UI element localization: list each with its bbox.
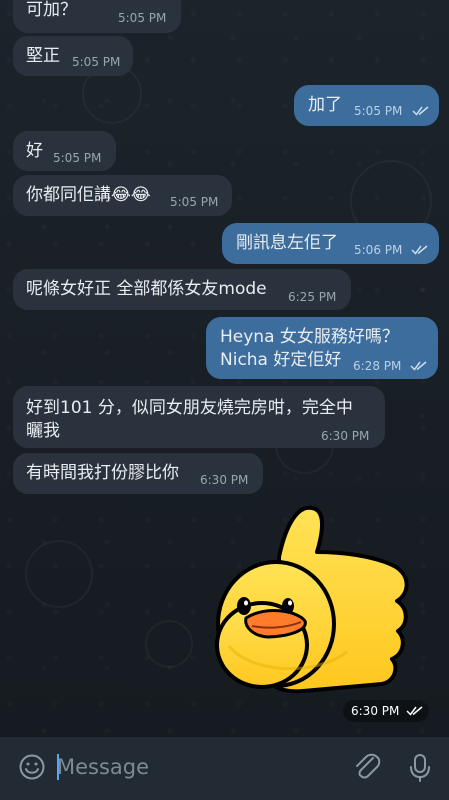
message-text: 堅正 — [26, 46, 60, 66]
message-time: 6:30 PM — [200, 473, 249, 487]
incoming-message[interactable]: 你都同佢講😂😂 5:05 PM — [13, 175, 232, 216]
message-time: 6:25 PM — [288, 290, 337, 304]
message-text: 加了 — [308, 95, 342, 115]
message-time: 5:05 PM — [53, 151, 102, 165]
paperclip-icon[interactable] — [352, 752, 382, 782]
message-input[interactable] — [55, 746, 329, 788]
incoming-message[interactable]: 呢條女好正 全部都係女友mode 6:25 PM — [13, 269, 351, 310]
incoming-message[interactable]: 有時間我打份膠比你 6:30 PM — [13, 453, 263, 494]
read-receipt-icon — [410, 361, 427, 371]
read-receipt-icon — [406, 706, 423, 716]
message-text: 剛訊息左佢了 — [236, 233, 338, 253]
message-text: 好 — [26, 141, 43, 161]
message-text: 可加？ — [26, 0, 77, 20]
incoming-message[interactable]: 好 5:05 PM — [13, 131, 116, 171]
message-time: 5:06 PM — [354, 243, 403, 257]
message-text-line2: Nicha 好定佢好 — [220, 350, 342, 370]
message-text: 有時間我打份膠比你 — [26, 463, 179, 483]
message-text: 好到101 分，似同女朋友燒完房咁，完全中 — [26, 398, 353, 418]
message-text: Heyna 女女服務好嗎？ — [220, 327, 399, 347]
outgoing-message[interactable]: 加了 5:05 PM — [294, 85, 439, 126]
microphone-icon[interactable] — [405, 752, 435, 782]
message-text-line2: 曬我 — [26, 421, 60, 441]
message-time: 5:05 PM — [72, 55, 121, 69]
background-doodle — [25, 540, 93, 608]
chat-history[interactable]: 可加？ 5:05 PM 堅正 5:05 PM 加了 5:05 PM 好 5:05… — [0, 0, 449, 737]
background-doodle — [145, 620, 193, 668]
message-time: 5:05 PM — [170, 195, 219, 209]
read-receipt-icon — [411, 245, 428, 255]
incoming-message[interactable]: 好到101 分，似同女朋友燒完房咁，完全中 曬我 6:30 PM — [13, 386, 385, 448]
message-time: 6:28 PM — [353, 359, 402, 373]
emoji-icon[interactable] — [17, 752, 47, 782]
outgoing-message[interactable]: 剛訊息左佢了 5:06 PM — [222, 223, 439, 264]
message-time: 5:05 PM — [354, 104, 403, 118]
read-receipt-icon — [412, 106, 429, 116]
message-time: 5:05 PM — [118, 11, 167, 25]
message-text: 呢條女好正 全部都係女友mode — [26, 279, 267, 299]
incoming-message[interactable]: 可加？ 5:05 PM — [13, 0, 181, 33]
outgoing-message[interactable]: Heyna 女女服務好嗎？ Nicha 好定佢好 6:28 PM — [206, 317, 438, 379]
message-text: 你都同佢講😂😂 — [26, 185, 151, 205]
text-cursor — [57, 754, 59, 780]
incoming-message[interactable]: 堅正 5:05 PM — [13, 36, 133, 76]
sticker-time-badge: 6:30 PM — [343, 700, 429, 722]
message-time: 6:30 PM — [321, 429, 370, 443]
sticker-time: 6:30 PM — [351, 704, 400, 718]
duck-thumbs-up-sticker[interactable] — [210, 500, 430, 700]
